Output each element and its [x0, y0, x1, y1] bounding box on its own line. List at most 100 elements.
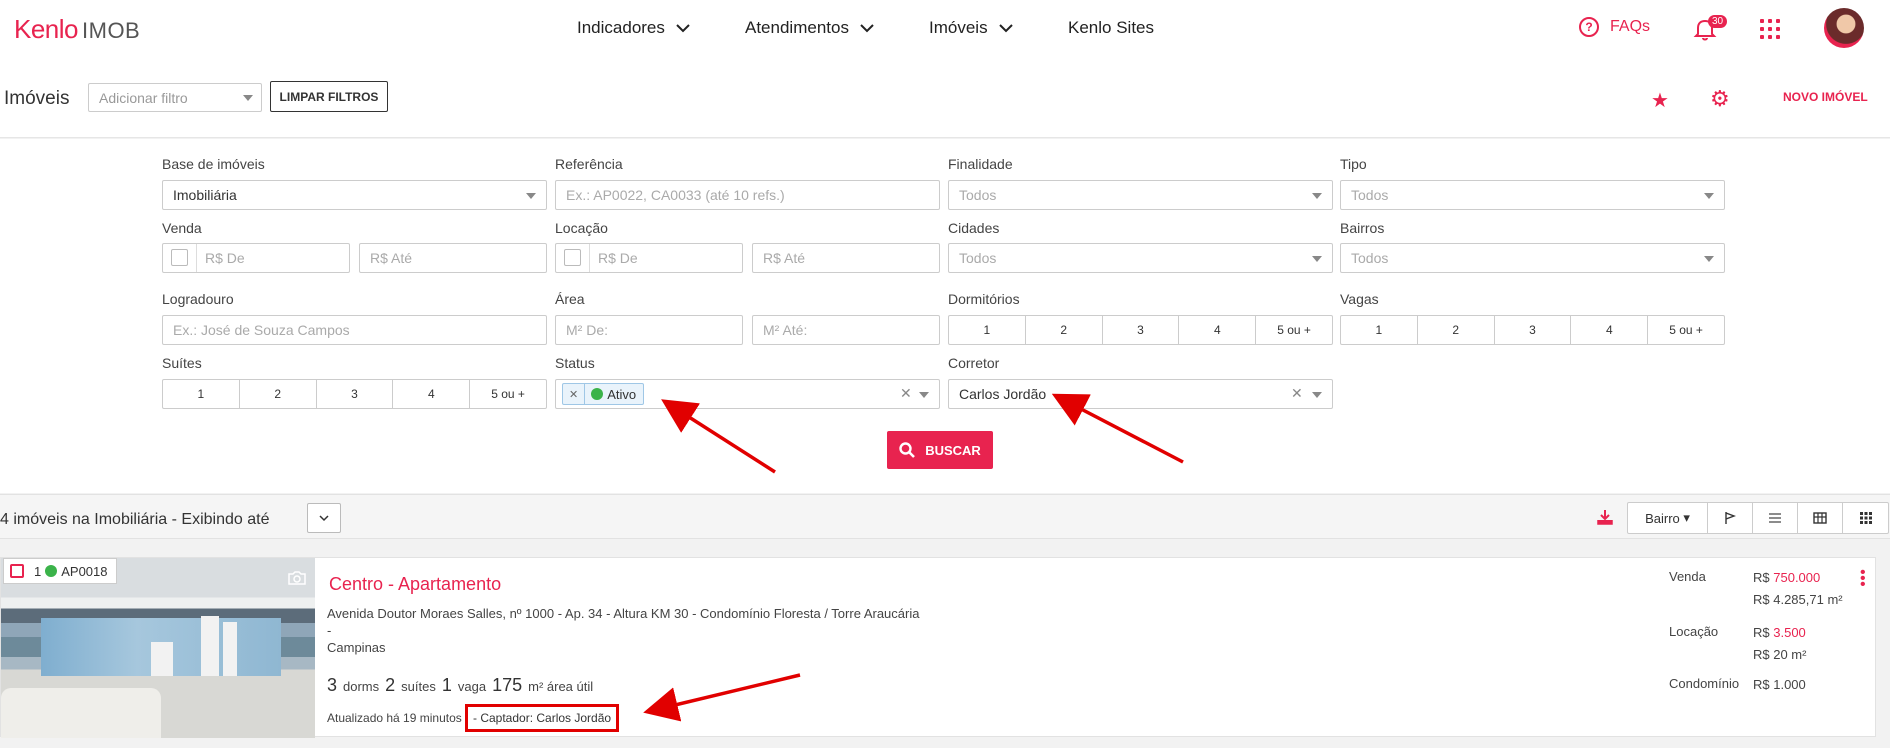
property-features: 3 dorms 2 suítes 1 vaga 175 m² área útil	[327, 675, 593, 696]
suites-option[interactable]: 5 ou +	[470, 380, 546, 408]
camera-icon[interactable]	[287, 570, 307, 591]
cidades-label: Cidades	[948, 220, 1000, 236]
venda-m2: R$ 4.285,71 m²	[1753, 592, 1843, 607]
property-ref-badge: 1 AP0018	[3, 558, 117, 584]
locacao-to-input[interactable]: R$ Até	[752, 243, 940, 273]
vaga-count: 1	[441, 675, 452, 695]
caret-down-icon	[526, 193, 536, 199]
export-icon[interactable]	[1596, 508, 1614, 531]
dormitorios-option[interactable]: 2	[1026, 316, 1103, 344]
nav-imoveis[interactable]: Imóveis	[929, 18, 1014, 38]
dormitorios-option[interactable]: 3	[1103, 316, 1180, 344]
caret-down-icon	[1312, 392, 1322, 398]
area-from-input[interactable]: M² De:	[555, 315, 743, 345]
star-icon[interactable]: ★	[1651, 88, 1669, 113]
clear-icon[interactable]: ✕	[1291, 385, 1303, 402]
results-limit-dropdown[interactable]	[307, 503, 341, 533]
base-select[interactable]: Imobiliária	[162, 180, 547, 210]
sort-label: Bairro	[1645, 510, 1680, 526]
bairros-value: Todos	[1351, 250, 1389, 266]
faq-link[interactable]: ? FAQs	[1578, 16, 1650, 38]
captador-highlight: - Captador: Carlos Jordão	[465, 704, 620, 732]
property-title[interactable]: Centro - Apartamento	[329, 574, 501, 595]
list-view-icon[interactable]	[1753, 503, 1798, 533]
suites-option[interactable]: 1	[163, 380, 240, 408]
apps-grid-icon[interactable]	[1760, 19, 1780, 39]
locacao-to-placeholder: R$ Até	[763, 250, 806, 266]
property-photo[interactable]	[1, 558, 315, 738]
locacao-price-value: 3.500	[1773, 625, 1806, 640]
venda-price-value: 750.000	[1773, 570, 1821, 585]
suites-option[interactable]: 2	[240, 380, 317, 408]
grid-view-icon[interactable]	[1843, 503, 1888, 533]
venda-price: R$ 750.000	[1753, 570, 1820, 585]
suites-option[interactable]: 3	[317, 380, 394, 408]
address-line: Campinas	[327, 640, 386, 655]
corretor-value: Carlos Jordão	[959, 386, 1047, 402]
remove-tag-icon[interactable]: ✕	[563, 384, 586, 404]
checkbox[interactable]	[171, 249, 188, 266]
suites-option[interactable]: 4	[393, 380, 471, 408]
vagas-option[interactable]: 4	[1571, 316, 1649, 344]
dormitorios-option[interactable]: 4	[1179, 316, 1257, 344]
vagas-selector: 1 2 3 4 5 ou +	[1340, 315, 1725, 345]
suites-text: suítes	[401, 679, 436, 694]
status-dot-icon	[45, 565, 58, 577]
avatar[interactable]	[1824, 8, 1864, 48]
bairros-select[interactable]: Todos	[1340, 243, 1725, 273]
referencia-placeholder: Ex.: AP0022, CA0033 (até 10 refs.)	[566, 187, 785, 203]
vagas-label: Vagas	[1340, 291, 1379, 307]
tipo-select[interactable]: Todos	[1340, 180, 1725, 210]
base-value: Imobiliária	[173, 187, 237, 203]
dormitorios-option[interactable]: 1	[949, 316, 1026, 344]
nav-kenlo-sites[interactable]: Kenlo Sites	[1068, 18, 1154, 38]
new-property-button[interactable]: NOVO IMÓVEL	[1783, 90, 1868, 104]
svg-text:?: ?	[1585, 20, 1592, 34]
finalidade-select[interactable]: Todos	[948, 180, 1333, 210]
locacao-from-field[interactable]: R$ De	[555, 243, 743, 273]
checkbox[interactable]	[564, 249, 581, 266]
property-address: Avenida Doutor Moraes Salles, nº 1000 - …	[327, 605, 927, 656]
vagas-option[interactable]: 3	[1495, 316, 1572, 344]
add-filter-select[interactable]: Adicionar filtro	[88, 83, 262, 112]
nav-atendimentos[interactable]: Atendimentos	[745, 18, 875, 38]
dorms-count: 3	[327, 675, 338, 695]
updated-text: Atualizado há 19 minutos	[327, 711, 462, 725]
vagas-option[interactable]: 5 ou +	[1648, 316, 1724, 344]
nav-indicadores[interactable]: Indicadores	[577, 18, 691, 38]
sort-dropdown[interactable]: Bairro ▾	[1628, 503, 1708, 533]
venda-to-input[interactable]: R$ Até	[359, 243, 547, 273]
select-checkbox[interactable]	[10, 564, 24, 578]
search-button[interactable]: BUSCAR	[887, 431, 993, 469]
property-card[interactable]: 1 AP0018 Centro - Apartamento Avenida Do…	[0, 557, 1876, 738]
corretor-select[interactable]: Carlos Jordão	[948, 379, 1333, 409]
clear-filters-button[interactable]: LIMPAR FILTROS	[270, 81, 388, 112]
area-to-input[interactable]: M² Até:	[752, 315, 940, 345]
venda-from-field[interactable]: R$ De	[162, 243, 350, 273]
more-options-icon[interactable]: • • •	[1860, 565, 1866, 593]
caret-down-icon	[919, 392, 929, 398]
nav-label: Indicadores	[577, 18, 665, 37]
clear-icon[interactable]: ✕	[900, 385, 912, 402]
table-view-icon[interactable]	[1798, 503, 1843, 533]
dormitorios-option[interactable]: 5 ou +	[1256, 316, 1332, 344]
search-button-label: BUSCAR	[925, 442, 981, 458]
vagas-option[interactable]: 1	[1341, 316, 1418, 344]
currency-prefix: R$	[1753, 625, 1770, 640]
kenlo-logo[interactable]: Kenlo IMOB	[14, 14, 140, 45]
cidades-select[interactable]: Todos	[948, 243, 1333, 273]
top-navbar: Kenlo IMOB Indicadores Atendimentos Imóve…	[0, 0, 1890, 58]
map-view-icon[interactable]	[1708, 503, 1753, 533]
venda-from-placeholder: R$ De	[205, 250, 245, 266]
bairros-label: Bairros	[1340, 220, 1385, 236]
search-icon	[899, 442, 916, 458]
tipo-value: Todos	[1351, 187, 1389, 203]
vagas-option[interactable]: 2	[1418, 316, 1495, 344]
status-tag: ✕ Ativo	[562, 383, 645, 405]
cidades-value: Todos	[959, 250, 997, 266]
condominio-label: Condomínio	[1669, 676, 1740, 691]
nav-label: Imóveis	[929, 18, 988, 37]
referencia-input[interactable]: Ex.: AP0022, CA0033 (até 10 refs.)	[555, 180, 940, 210]
logradouro-input[interactable]: Ex.: José de Souza Campos	[162, 315, 547, 345]
gear-icon[interactable]: ⚙	[1710, 86, 1730, 112]
